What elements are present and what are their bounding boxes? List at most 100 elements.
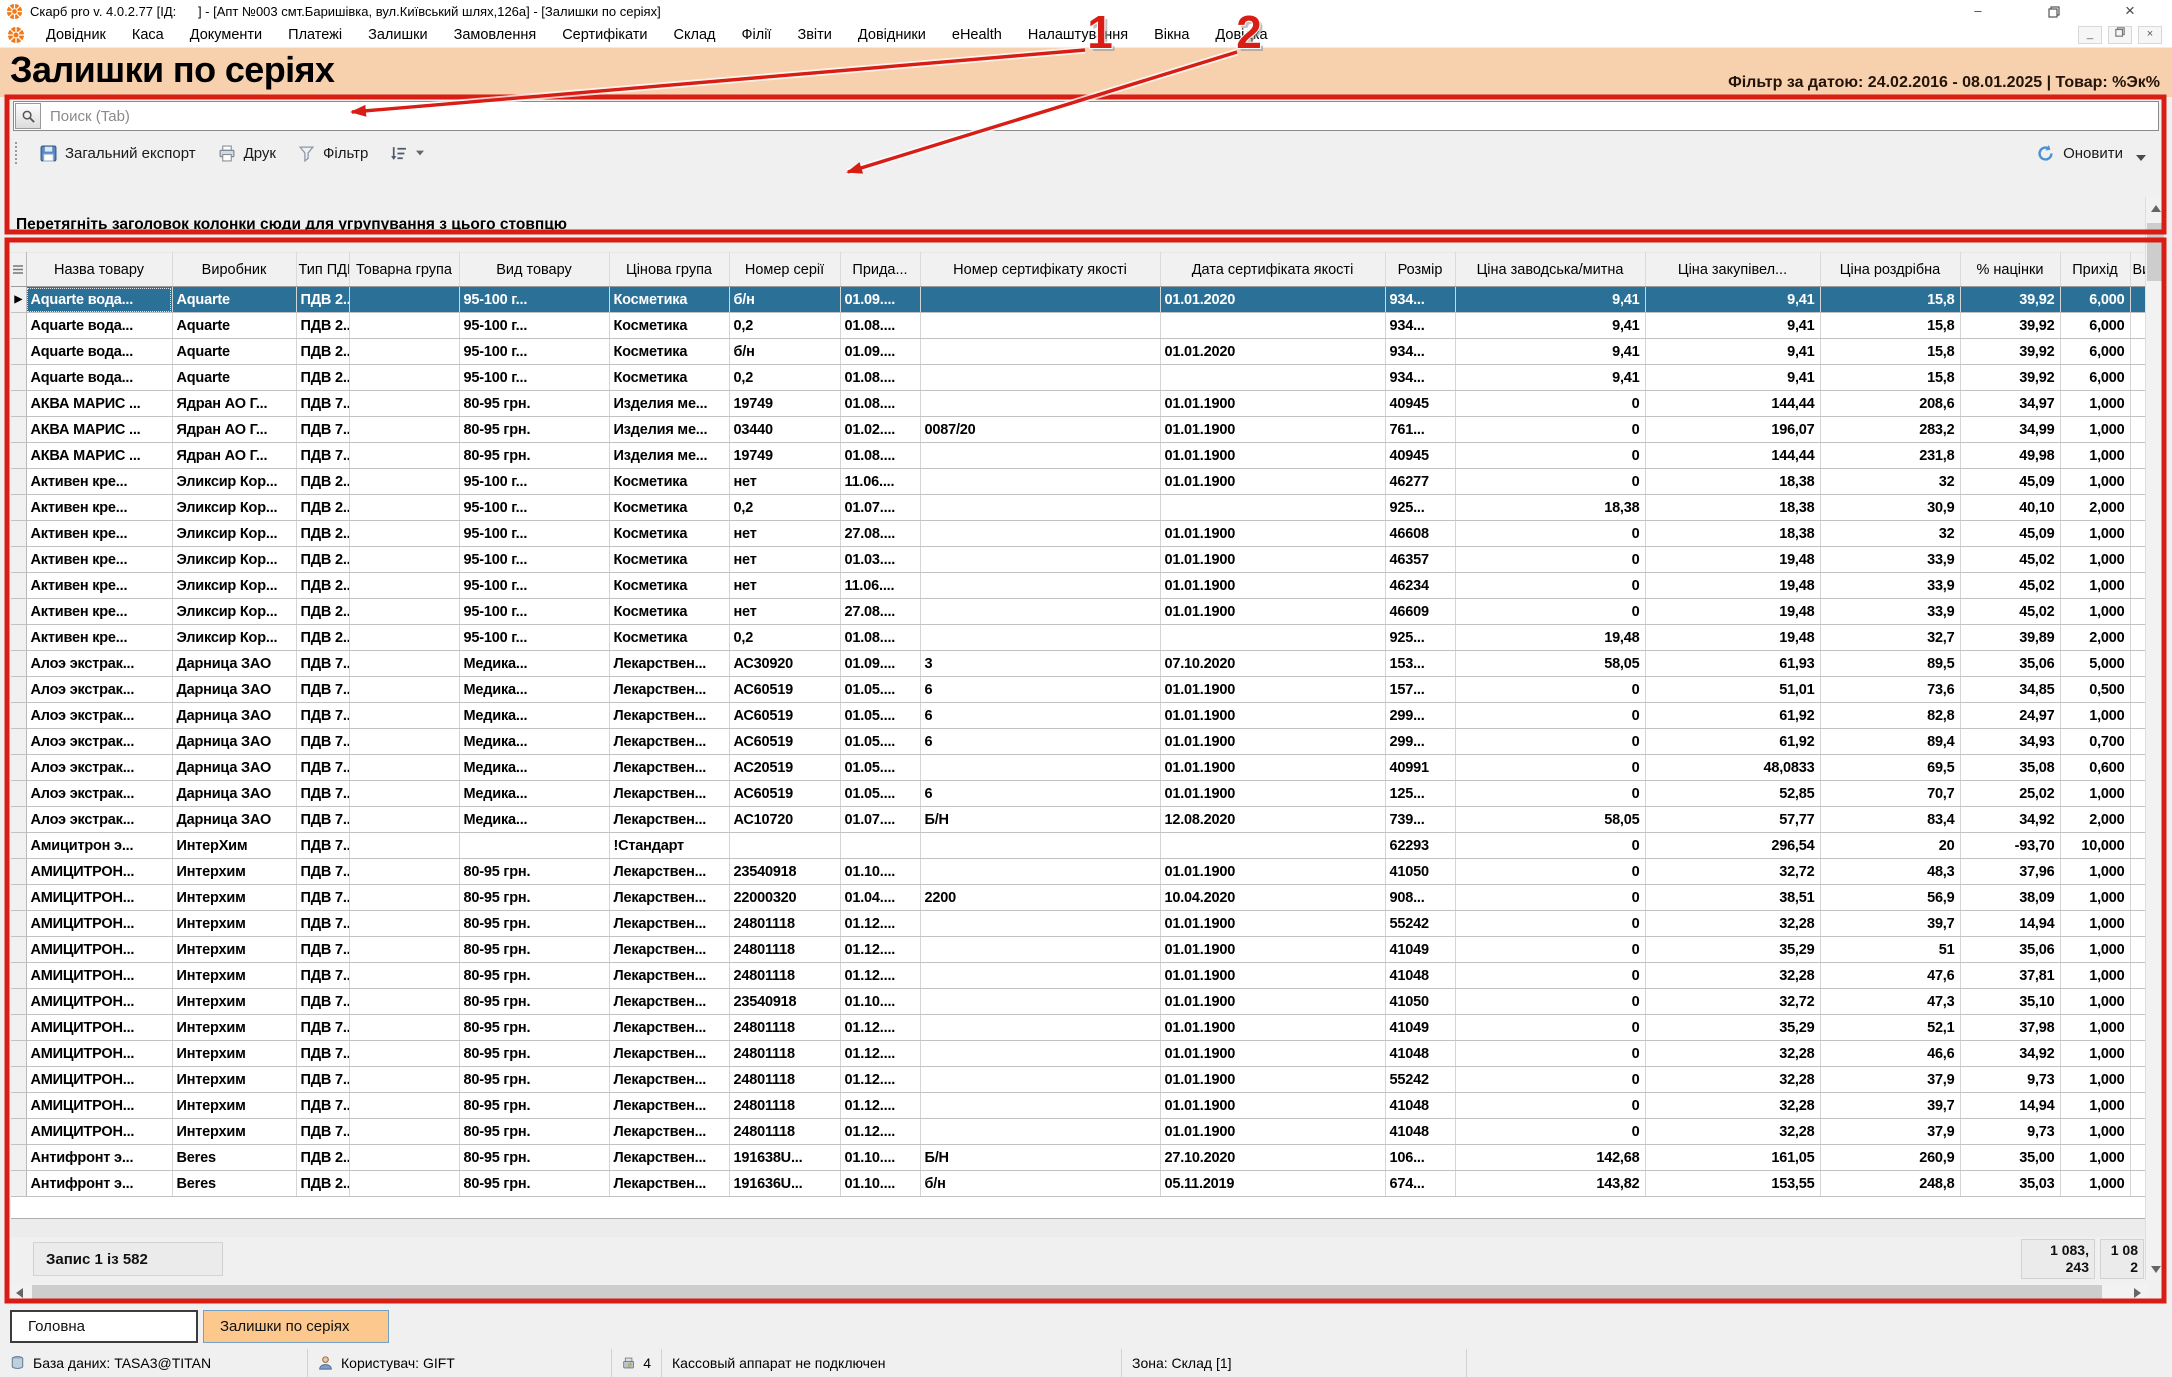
refresh-button[interactable]: Оновити [2025, 140, 2134, 167]
table-cell[interactable] [920, 755, 1160, 781]
table-cell[interactable]: 39,92 [1960, 287, 2060, 313]
table-cell[interactable]: 80-95 грн. [459, 417, 609, 443]
table-cell[interactable]: 80-95 грн. [459, 1145, 609, 1171]
table-row[interactable]: Активен кре...Эликсир Кор...ПДВ 2...95-1… [11, 573, 2145, 599]
table-cell[interactable]: Активен кре... [26, 625, 172, 651]
table-cell[interactable]: 46,6 [1820, 1041, 1960, 1067]
table-cell[interactable]: 1,000 [2060, 781, 2130, 807]
table-cell[interactable]: Лекарствен... [609, 963, 729, 989]
table-cell[interactable]: 01.05.... [840, 703, 920, 729]
table-cell[interactable]: нет [729, 599, 840, 625]
table-cell[interactable]: ПДВ 7... [296, 885, 349, 911]
table-cell[interactable]: 19,48 [1645, 599, 1820, 625]
table-cell[interactable]: 51,01 [1645, 677, 1820, 703]
table-cell[interactable]: Интерхим [172, 1015, 296, 1041]
table-cell[interactable]: 41049 [1385, 1015, 1455, 1041]
menu-item-7[interactable]: Сертифікати [549, 27, 660, 43]
table-cell[interactable]: 0,500 [2060, 677, 2130, 703]
table-cell[interactable]: Косметика [609, 573, 729, 599]
table-cell[interactable]: 45,02 [1960, 573, 2060, 599]
table-cell[interactable]: 25,02 [1960, 781, 2060, 807]
table-cell[interactable]: 1,0 [2130, 469, 2145, 495]
table-cell[interactable]: Косметика [609, 287, 729, 313]
table-cell[interactable]: 39,92 [1960, 313, 2060, 339]
table-cell[interactable]: 89,5 [1820, 651, 1960, 677]
table-cell[interactable]: 1,0 [2130, 521, 2145, 547]
table-cell[interactable]: 1,000 [2060, 1119, 2130, 1145]
table-cell[interactable]: 161,05 [1645, 1145, 1820, 1171]
table-cell[interactable]: 0 [1455, 469, 1645, 495]
table-cell[interactable]: 01.09.... [840, 287, 920, 313]
table-cell[interactable]: 0 [1455, 885, 1645, 911]
table-cell[interactable]: 01.01.2020 [1160, 287, 1385, 313]
table-cell[interactable]: 62293 [1385, 833, 1455, 859]
table-cell[interactable]: 01.12.... [840, 963, 920, 989]
table-cell[interactable]: 41048 [1385, 1041, 1455, 1067]
table-cell[interactable] [349, 833, 459, 859]
table-cell[interactable]: 32,28 [1645, 1067, 1820, 1093]
mdi-minimize-button[interactable]: _ [2078, 26, 2102, 44]
table-cell[interactable]: 80-95 грн. [459, 937, 609, 963]
table-cell[interactable] [920, 339, 1160, 365]
table-cell[interactable]: Aquarte вода... [26, 339, 172, 365]
table-cell[interactable] [349, 1171, 459, 1197]
table-cell[interactable]: 35,06 [1960, 937, 2060, 963]
table-cell[interactable]: 19749 [729, 391, 840, 417]
table-cell[interactable]: 153... [1385, 651, 1455, 677]
table-cell[interactable]: 41050 [1385, 859, 1455, 885]
table-cell[interactable]: нет [729, 547, 840, 573]
table-cell[interactable] [349, 1067, 459, 1093]
table-cell[interactable]: 01.01.1900 [1160, 1067, 1385, 1093]
table-cell[interactable]: 80-95 грн. [459, 1015, 609, 1041]
table-cell[interactable]: 01.01.1900 [1160, 1093, 1385, 1119]
table-cell[interactable]: 32,28 [1645, 963, 1820, 989]
table-cell[interactable]: 925... [1385, 495, 1455, 521]
table-cell[interactable]: ПДВ 7... [296, 729, 349, 755]
table-cell[interactable]: 39,7 [1820, 911, 1960, 937]
table-cell[interactable]: 95-100 г... [459, 313, 609, 339]
scroll-up-button[interactable] [2146, 197, 2165, 219]
table-cell[interactable]: 908... [1385, 885, 1455, 911]
table-cell[interactable]: ПДВ 7... [296, 963, 349, 989]
table-cell[interactable]: Амицитрон э... [26, 833, 172, 859]
table-cell[interactable] [920, 937, 1160, 963]
table-cell[interactable]: 61,92 [1645, 729, 1820, 755]
table-cell[interactable]: 6,000 [2060, 365, 2130, 391]
table-cell[interactable]: 22000320 [729, 885, 840, 911]
table-row[interactable]: Активен кре...Эликсир Кор...ПДВ 2...95-1… [11, 599, 2145, 625]
table-cell[interactable]: 10,000 [2060, 833, 2130, 859]
table-cell[interactable] [349, 417, 459, 443]
table-cell[interactable]: 283,2 [1820, 417, 1960, 443]
column-header[interactable]: Номер сертифікату якості [920, 253, 1160, 287]
table-cell[interactable]: Медика... [459, 651, 609, 677]
table-cell[interactable]: 18,38 [1645, 521, 1820, 547]
table-cell[interactable]: 24801118 [729, 1015, 840, 1041]
table-cell[interactable]: 674... [1385, 1171, 1455, 1197]
table-cell[interactable] [920, 1067, 1160, 1093]
tab-home[interactable]: Головна [10, 1310, 198, 1343]
table-cell[interactable]: 80-95 грн. [459, 989, 609, 1015]
tab-stock-by-series[interactable]: Залишки по серіях [203, 1310, 389, 1343]
table-cell[interactable]: 01.10.... [840, 1145, 920, 1171]
table-cell[interactable]: Интерхим [172, 1093, 296, 1119]
table-cell[interactable]: Aquarte [172, 339, 296, 365]
table-row[interactable]: АМИЦИТРОН...ИнтерхимПДВ 7...80-95 грн.Ле… [11, 1041, 2145, 1067]
table-cell[interactable] [349, 287, 459, 313]
table-cell[interactable]: Дарница ЗАО [172, 755, 296, 781]
table-cell[interactable]: 143,82 [1455, 1171, 1645, 1197]
table-cell[interactable] [920, 495, 1160, 521]
table-cell[interactable]: 24801118 [729, 963, 840, 989]
column-header[interactable]: Назва товару [26, 253, 172, 287]
table-cell[interactable]: Активен кре... [26, 521, 172, 547]
table-cell[interactable]: 761... [1385, 417, 1455, 443]
menu-item-5[interactable]: Залишки [355, 27, 440, 43]
table-cell[interactable]: 01.08.... [840, 365, 920, 391]
table-cell[interactable]: Активен кре... [26, 547, 172, 573]
table-cell[interactable]: 0 [1455, 547, 1645, 573]
minimize-button[interactable]: – [1940, 1, 2016, 21]
table-row[interactable]: АМИЦИТРОН...ИнтерхимПДВ 7...80-95 грн.Ле… [11, 1119, 2145, 1145]
menu-item-1[interactable]: Довідник [33, 27, 119, 43]
table-cell[interactable]: 20 [1820, 833, 1960, 859]
table-cell[interactable]: 0 [1455, 1041, 1645, 1067]
table-cell[interactable]: 191636U... [729, 1171, 840, 1197]
